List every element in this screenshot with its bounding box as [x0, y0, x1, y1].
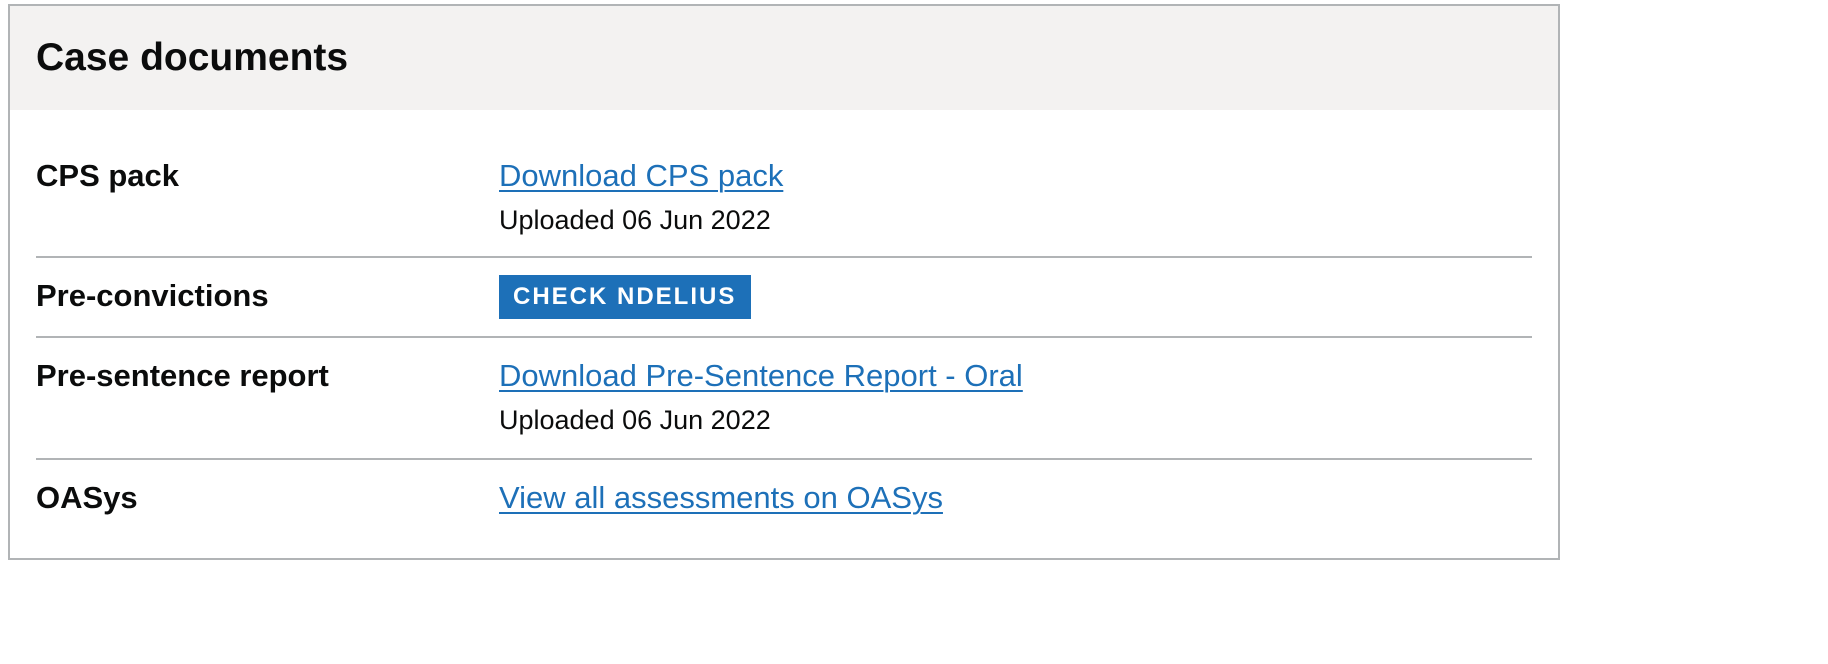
row-cps-pack: CPS pack Download CPS pack Uploaded 06 J…	[36, 110, 1532, 258]
row-value-cps-pack: Download CPS pack Uploaded 06 Jun 2022	[499, 158, 783, 238]
row-pre-sentence-report: Pre-sentence report Download Pre-Sentenc…	[36, 338, 1532, 460]
check-ndelius-button[interactable]: CHECK NDELIUS	[499, 275, 752, 319]
cps-pack-uploaded-date: Uploaded 06 Jun 2022	[499, 205, 771, 235]
card-header: Case documents	[10, 6, 1558, 110]
case-documents-card: Case documents CPS pack Download CPS pac…	[8, 4, 1560, 560]
pre-sentence-report-uploaded-date: Uploaded 06 Jun 2022	[499, 405, 771, 435]
row-value-pre-convictions: CHECK NDELIUS	[499, 275, 752, 319]
row-oasys: OASys View all assessments on OASys	[36, 460, 1532, 556]
download-pre-sentence-report-link[interactable]: Download Pre-Sentence Report - Oral	[499, 358, 1023, 394]
row-label-pre-convictions: Pre-convictions	[36, 278, 269, 313]
row-value-oasys: View all assessments on OASys	[499, 480, 943, 516]
row-value-pre-sentence-report: Download Pre-Sentence Report - Oral Uplo…	[499, 358, 1023, 438]
download-cps-pack-link[interactable]: Download CPS pack	[499, 158, 783, 194]
view-oasys-assessments-link[interactable]: View all assessments on OASys	[499, 480, 943, 516]
row-label-oasys: OASys	[36, 480, 138, 515]
card-title: Case documents	[36, 36, 349, 79]
row-pre-convictions: Pre-convictions CHECK NDELIUS	[36, 258, 1532, 338]
row-label-pre-sentence-report: Pre-sentence report	[36, 358, 329, 393]
row-label-cps-pack: CPS pack	[36, 158, 180, 193]
